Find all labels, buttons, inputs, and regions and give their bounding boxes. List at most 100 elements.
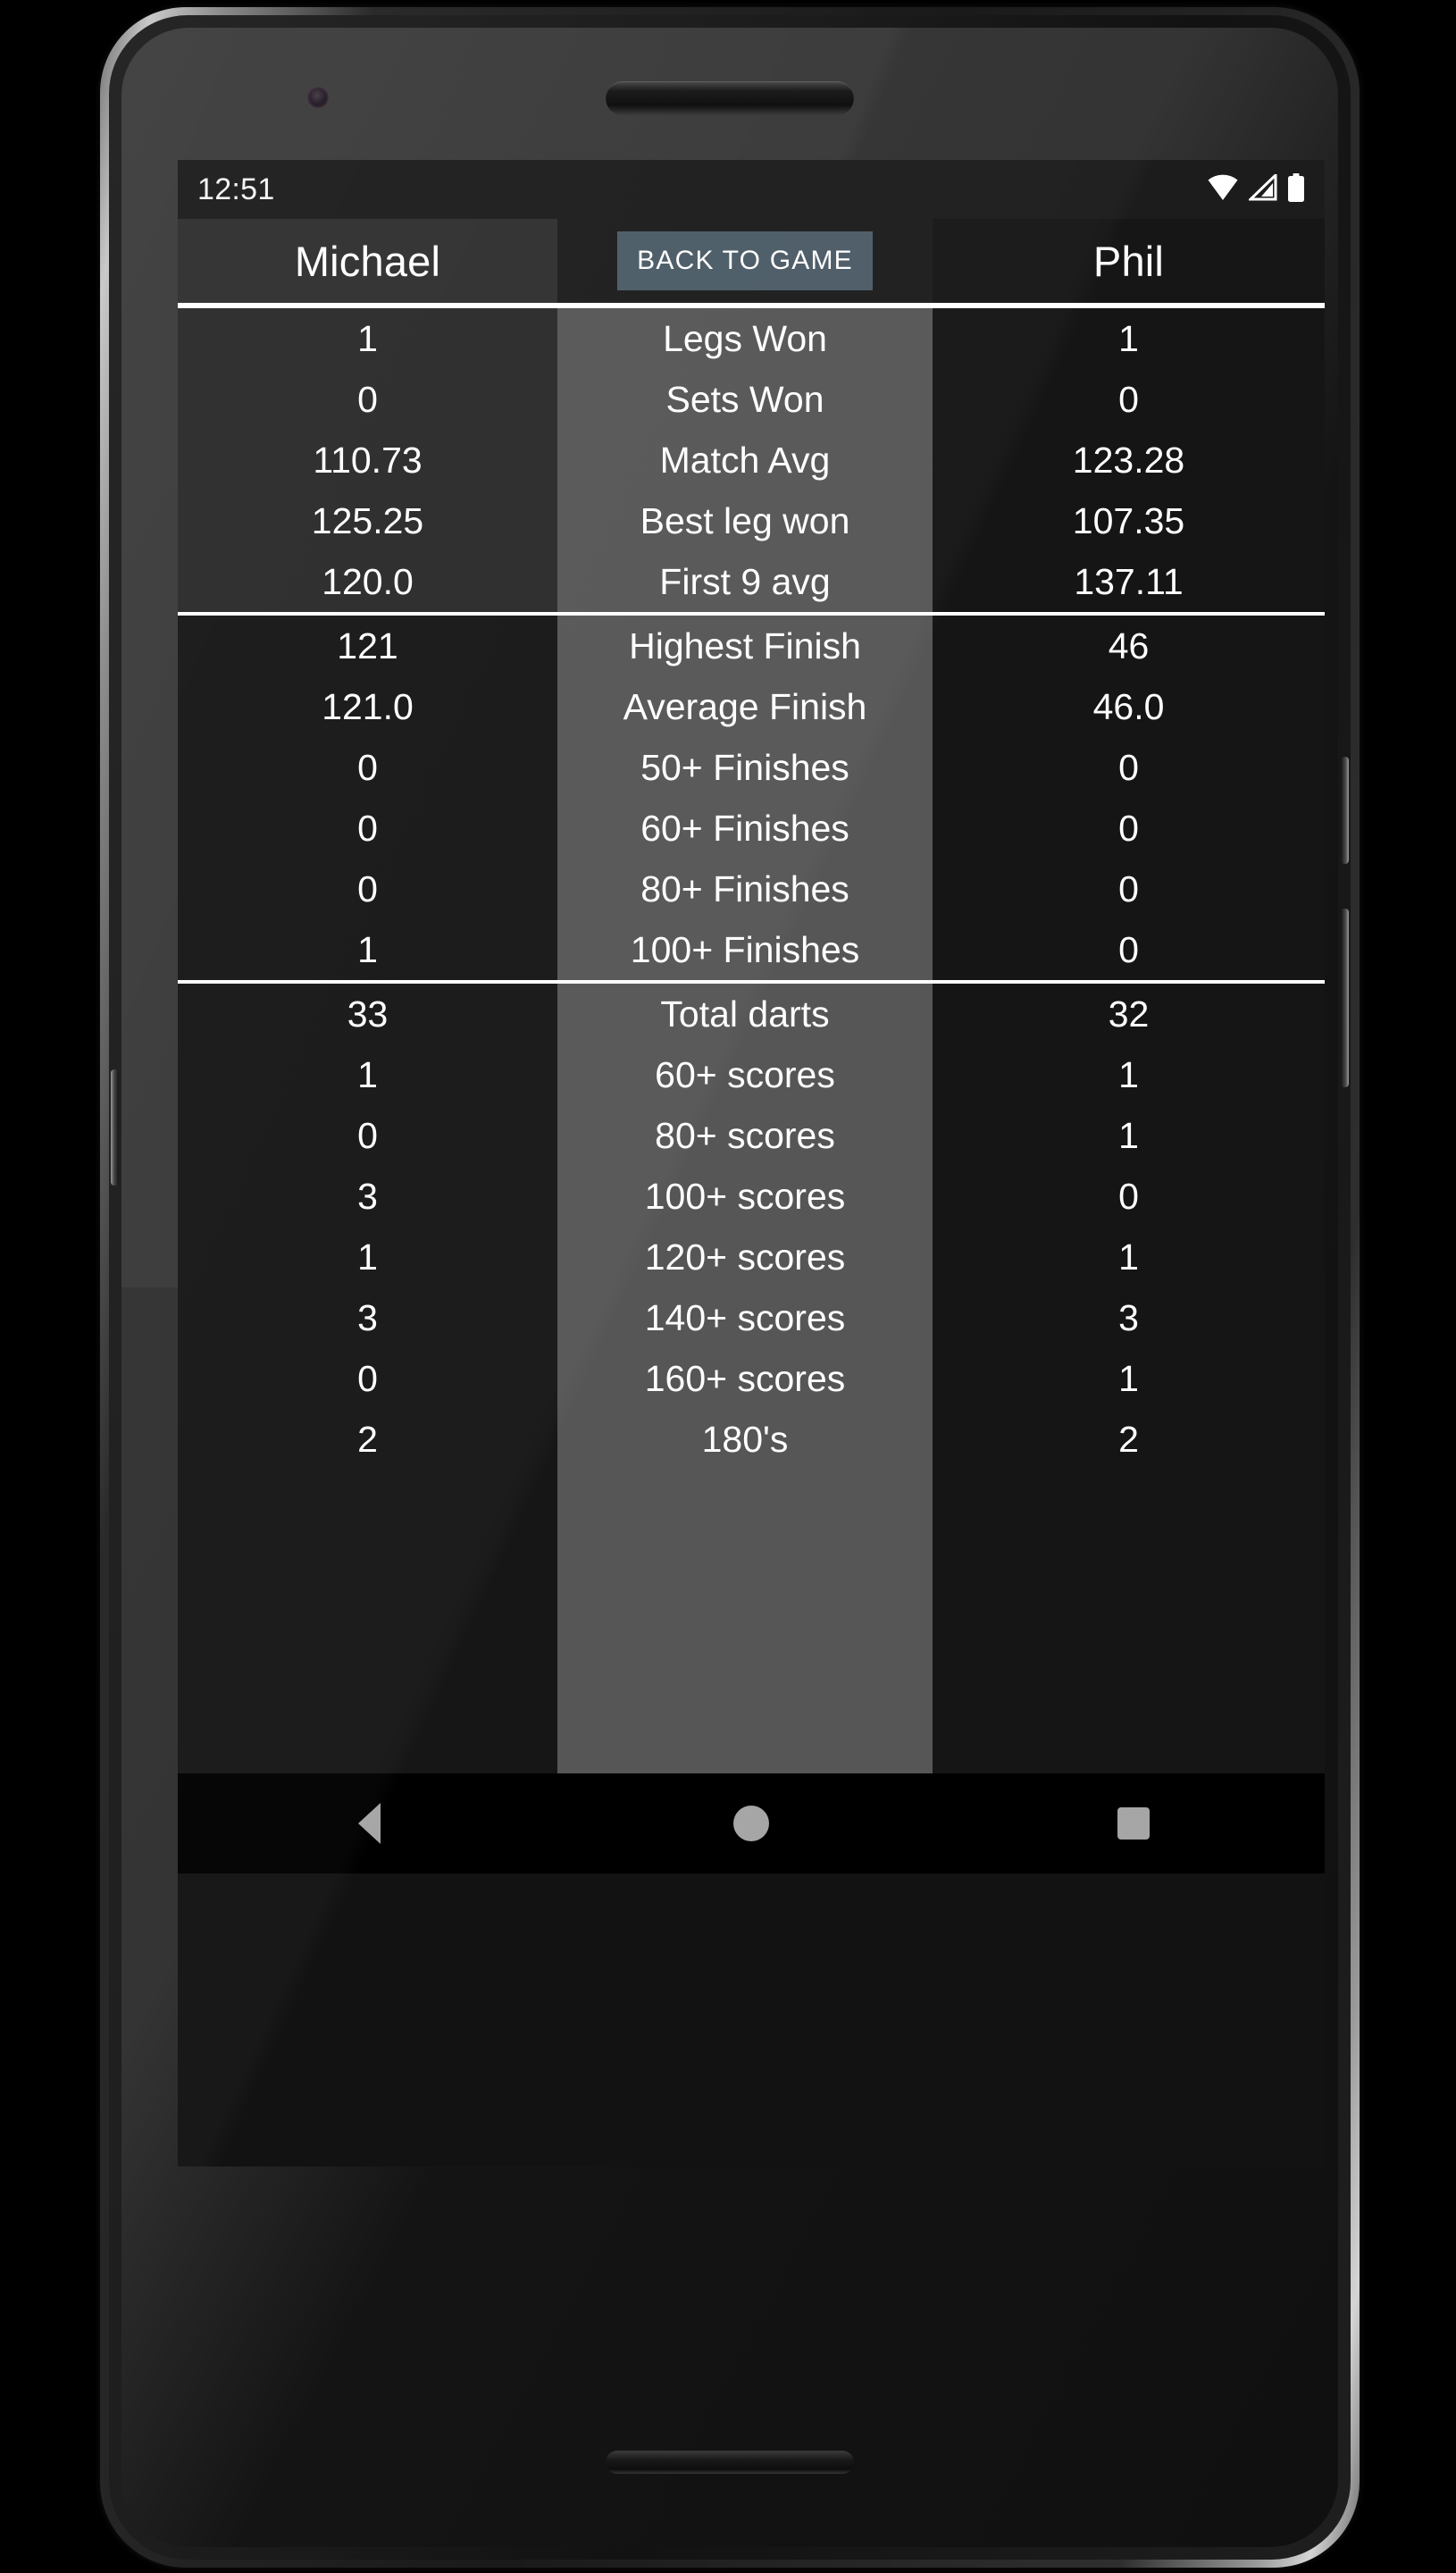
stat-label: Match Avg [659, 439, 831, 481]
stat-label: 180's [701, 1418, 789, 1460]
stat-value-left: 110.73 [313, 439, 423, 481]
header-center-cell: BACK TO GAME [557, 219, 933, 303]
phone-screen: 12:51 Michael BACK TO GAME Phil 1 0 110.… [178, 160, 1325, 2167]
stat-value-left: 0 [357, 807, 378, 849]
nav-back-button[interactable] [315, 1773, 423, 1873]
stat-value-left: 121.0 [322, 685, 414, 727]
stat-value-left: 120.0 [322, 560, 414, 602]
player-right-header: Phil [933, 219, 1325, 303]
status-bar: 12:51 [178, 160, 1325, 219]
stats-empty-space [178, 1470, 1325, 1773]
stat-value-left: 1 [357, 1053, 378, 1095]
stat-value-left: 0 [357, 378, 378, 420]
phone-glass: 12:51 Michael BACK TO GAME Phil 1 0 110.… [121, 28, 1338, 2547]
stat-label: 140+ scores [644, 1296, 846, 1338]
filler-right [933, 1470, 1325, 1773]
stat-value-left: 3 [357, 1175, 378, 1217]
stat-value-right: 123.28 [1072, 439, 1185, 481]
phone-body: 12:51 Michael BACK TO GAME Phil 1 0 110.… [109, 15, 1351, 2560]
stats-column-labels-match: Legs Won Sets Won Match Avg Best leg won Fir… [557, 308, 933, 612]
stat-label: 80+ Finishes [640, 867, 849, 909]
stat-value-right: 1 [1118, 1053, 1139, 1095]
stat-value-right: 0 [1118, 1175, 1139, 1217]
stats-section-match: 1 0 110.73 125.25 120.0 Legs Won Sets Won Matc… [178, 308, 1325, 612]
stat-value-left: 125.25 [311, 499, 424, 541]
nav-recents-button[interactable] [1080, 1773, 1187, 1873]
bottom-speaker [606, 2451, 854, 2474]
front-camera-icon [307, 87, 329, 108]
stat-value-right: 0 [1118, 378, 1139, 420]
back-triangle-icon [357, 1803, 381, 1844]
stat-value-right: 1 [1118, 317, 1139, 359]
stat-value-left: 0 [357, 746, 378, 788]
cell-signal-icon [1247, 171, 1277, 205]
stat-value-right: 0 [1118, 867, 1139, 909]
stat-label: Sets Won [665, 378, 824, 420]
player-left-name: Michael [294, 237, 441, 285]
player-header: Michael BACK TO GAME Phil [178, 219, 1325, 303]
status-clock: 12:51 [197, 172, 275, 206]
wifi-icon [1207, 174, 1239, 205]
stats-section-finishes: 121 121.0 0 0 0 1 Highest Finish Average Finis… [178, 616, 1325, 980]
stat-label: 80+ scores [655, 1114, 835, 1156]
stat-value-left: 1 [357, 317, 378, 359]
stat-value-left: 3 [357, 1296, 378, 1338]
stat-label: Average Finish [623, 685, 867, 727]
stat-value-right: 0 [1118, 746, 1139, 788]
stats-column-left-scores: 33 1 0 3 1 3 0 2 [178, 984, 557, 1470]
earpiece-speaker [606, 81, 854, 115]
recents-square-icon [1117, 1807, 1150, 1840]
stat-value-left: 0 [357, 1114, 378, 1156]
stats-column-left-finishes: 121 121.0 0 0 0 1 [178, 616, 557, 980]
filler-mid [557, 1470, 933, 1773]
stat-value-left: 33 [347, 993, 389, 1035]
stat-value-right: 1 [1118, 1236, 1139, 1278]
stat-value-right: 46 [1108, 624, 1150, 666]
stat-value-right: 137.11 [1074, 560, 1184, 602]
stat-label: 100+ scores [644, 1175, 846, 1217]
stat-label: 100+ Finishes [630, 928, 860, 970]
stat-value-left: 1 [357, 1236, 378, 1278]
stat-label: Total darts [660, 993, 830, 1035]
stats-column-right-scores: 32 1 1 0 1 3 1 2 [933, 984, 1325, 1470]
filler-left [178, 1470, 557, 1773]
back-to-game-button[interactable]: BACK TO GAME [617, 231, 873, 290]
left-side-button[interactable] [111, 1069, 119, 1186]
stat-label: Best leg won [640, 499, 850, 541]
stat-label: 120+ scores [644, 1236, 846, 1278]
stat-value-right: 107.35 [1072, 499, 1185, 541]
nav-home-button[interactable] [698, 1773, 805, 1873]
stats-column-right-match: 1 0 123.28 107.35 137.11 [933, 308, 1325, 612]
stats-column-labels-scores: Total darts 60+ scores 80+ scores 100+ scor… [557, 984, 933, 1470]
stat-value-right: 1 [1118, 1357, 1139, 1399]
status-icons [1207, 171, 1305, 206]
stat-value-left: 0 [357, 1357, 378, 1399]
stat-label: 60+ Finishes [640, 807, 849, 849]
stat-value-right: 32 [1108, 993, 1150, 1035]
stat-label: First 9 avg [659, 560, 831, 602]
stat-value-right: 0 [1118, 928, 1139, 970]
stat-value-right: 1 [1118, 1114, 1139, 1156]
stats-column-right-finishes: 46 46.0 0 0 0 0 [933, 616, 1325, 980]
player-left-header: Michael [178, 219, 557, 303]
stat-label: 160+ scores [644, 1357, 846, 1399]
player-right-name: Phil [1092, 237, 1165, 285]
home-circle-icon [733, 1806, 769, 1841]
android-nav-bar [178, 1773, 1325, 1873]
stat-label: 50+ Finishes [640, 746, 849, 788]
stat-label: Highest Finish [629, 624, 861, 666]
stat-value-right: 3 [1118, 1296, 1139, 1338]
stats-column-left-match: 1 0 110.73 125.25 120.0 [178, 308, 557, 612]
stats-section-scores: 33 1 0 3 1 3 0 2 Total darts 60+ scores 80+ score… [178, 984, 1325, 1470]
stat-value-right: 0 [1118, 807, 1139, 849]
stat-value-left: 121 [337, 624, 398, 666]
stat-value-right: 46.0 [1092, 685, 1165, 727]
stat-label: Legs Won [663, 317, 827, 359]
stat-value-left: 0 [357, 867, 378, 909]
volume-button[interactable] [1341, 909, 1349, 1087]
stats-column-labels-finishes: Highest Finish Average Finish 50+ Finishes… [557, 616, 933, 980]
battery-icon [1287, 172, 1305, 206]
stat-value-left: 1 [357, 928, 378, 970]
power-button[interactable] [1341, 757, 1349, 864]
phone-frame: 12:51 Michael BACK TO GAME Phil 1 0 110.… [100, 7, 1360, 2568]
